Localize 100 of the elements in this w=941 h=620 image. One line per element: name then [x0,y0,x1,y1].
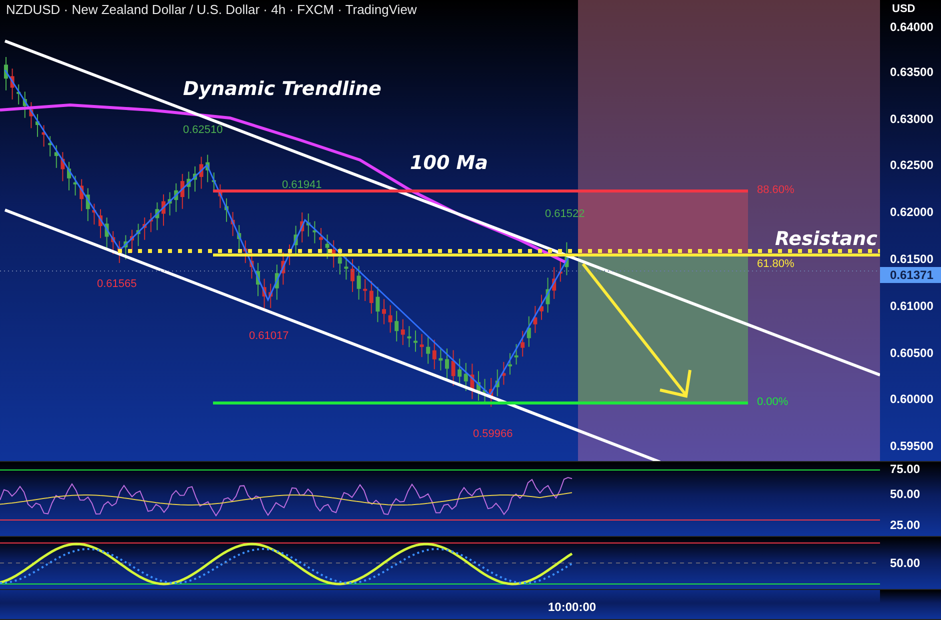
candlestick [104,217,109,250]
candlestick [356,266,361,300]
candlestick [10,68,14,100]
candlestick [540,294,544,320]
candlestick [256,262,260,297]
candlestick [306,213,310,238]
candlestick [73,175,78,196]
candlestick [4,56,8,91]
candlestick [243,240,248,264]
candlestick [16,84,21,105]
candlestick [186,171,191,200]
price-tick: 0.61500 [890,252,934,266]
price-tick: 0.60000 [890,392,934,406]
candlestick [420,334,424,358]
candlestick [451,350,456,386]
candlestick [29,102,34,129]
last-price-badge: 0.61371 [880,266,941,283]
candlestick [262,278,266,309]
candlestick [376,286,380,323]
candlestick [124,234,128,260]
candlestick [476,370,480,402]
chart-title: NZDUSD · New Zealand Dollar / U.S. Dollar · 4h · FXCM · TradingView [6,2,417,17]
rsi-tick: 75.00 [890,462,920,476]
candlestick [546,277,550,314]
candlestick [218,184,222,209]
candlestick [142,217,147,240]
candlestick [338,247,342,275]
candlestick [350,258,354,293]
candlestick [224,198,228,222]
candlestick [558,260,562,282]
candlestick [564,242,569,276]
candlestick [369,280,374,314]
candlestick [363,278,368,302]
candlestick [60,152,65,182]
annotation-text: Dynamic Trendline [183,78,382,100]
candlestick [136,223,140,247]
candlestick [111,230,116,255]
candlestick [199,156,204,190]
candlestick [230,211,235,237]
candlestick [250,252,254,280]
fib-level-label: 0.00% [757,396,788,408]
candlestick [520,330,525,358]
price-tick: 0.61000 [890,298,934,313]
candlestick [98,208,102,239]
candlestick [325,234,330,260]
currency-label: USD [892,3,916,15]
pivot-price-label: 0.62510 [183,124,223,136]
candlestick [400,318,405,346]
candlestick [300,212,304,243]
candlestick [274,264,279,300]
candlestick [268,283,273,309]
candlestick [495,368,500,397]
candlestick [54,144,58,168]
candlestick [92,203,96,226]
candlestick [130,229,134,253]
candlestick [445,348,449,379]
candlestick [288,244,292,266]
candlestick [48,136,52,157]
candlestick [552,266,556,300]
candlestick [162,194,166,226]
pivot-price-label: 0.59966 [473,428,513,440]
candlestick [80,178,84,212]
price-tick: 0.59500 [890,439,934,454]
candlestick [502,361,506,386]
candlestick [482,378,487,402]
candlestick [174,182,178,212]
annotation-text: Resistanc [775,228,878,250]
candlestick [206,154,210,183]
pivot-price-label: 0.61941 [282,179,322,191]
candlestick [394,310,399,342]
candlestick [388,304,392,334]
price-tick: 0.62500 [890,158,934,172]
candlestick [193,166,197,192]
candlestick [414,330,418,352]
price-tick: 0.64000 [890,20,934,34]
candlestick [42,124,46,148]
candlestick [237,224,242,252]
candlestick [117,240,122,264]
candlestick [514,344,518,366]
candlestick [464,362,468,392]
candlestick [489,377,494,408]
candlestick [470,363,474,400]
candlestick [148,212,153,233]
candlestick [438,347,443,371]
candlestick [344,256,348,280]
price-tick: 0.60500 [890,346,934,360]
candlestick [432,339,436,370]
fib-level-label: 88.60% [757,184,794,196]
time-label: 10:00:00 [548,600,596,614]
candlestick [22,91,27,118]
pivot-price-label: 0.61565 [97,278,137,290]
price-tick: 0.63500 [890,64,934,79]
stochastic-tick: 50.00 [890,556,920,570]
candlestick [86,188,90,222]
pivot-price-label: 0.61017 [249,330,289,342]
candlestick [67,161,71,191]
rsi-tick: 25.00 [890,518,920,532]
arrow-icon [582,263,692,398]
candlestick [155,202,160,231]
candlestick [407,326,412,348]
